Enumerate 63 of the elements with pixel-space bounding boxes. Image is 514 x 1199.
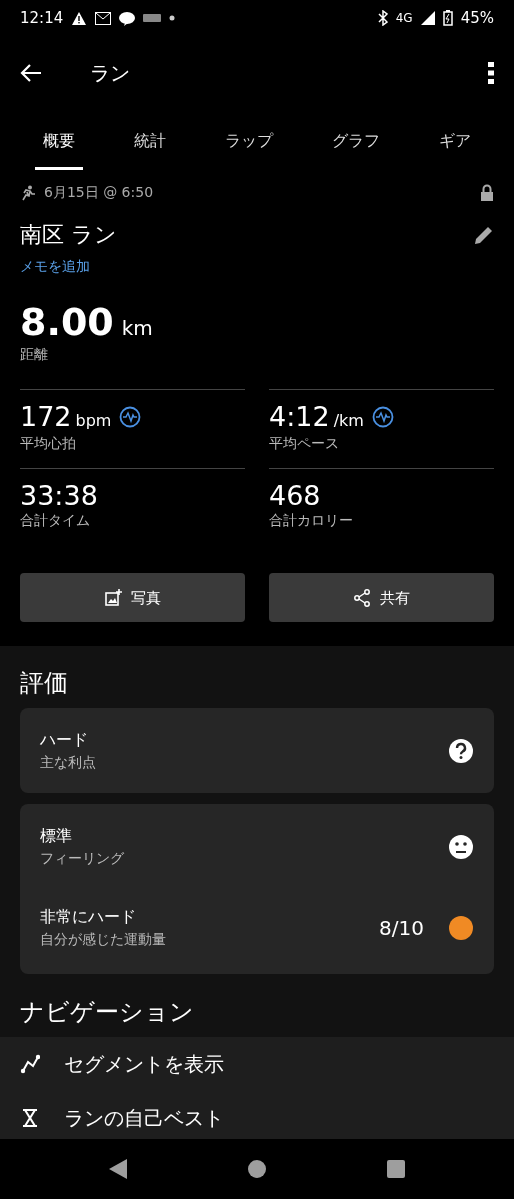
stat-value: 172 (20, 401, 72, 432)
navigation-label: ランの自己ベスト (64, 1105, 224, 1132)
rating-subtitle: 自分が感じた運動量 (40, 930, 166, 950)
runner-icon (20, 184, 36, 201)
section-heading: ナビゲーション (20, 998, 195, 1027)
distance-label: 距離 (20, 344, 49, 364)
network-label: 4G (395, 10, 413, 27)
activity-date: 6月15日 @ 6:50 (44, 183, 154, 202)
battery-icon (442, 10, 453, 26)
lock-icon (480, 184, 494, 201)
bluetooth-icon (377, 10, 388, 26)
signal-icon (420, 11, 435, 25)
rating-value: 8/10 (379, 914, 424, 942)
rating-subtitle: 主な利点 (40, 753, 96, 773)
mail-icon (95, 11, 112, 25)
recents-nav-icon[interactable] (387, 1160, 406, 1178)
tab[interactable]: ラップ (217, 115, 281, 170)
stat-label: 合計タイム (20, 511, 91, 531)
stat-value: 33:38 (20, 480, 98, 511)
dot-icon (169, 15, 176, 21)
tab[interactable]: グラフ (323, 115, 388, 170)
rating-title: 非常にハード (40, 906, 137, 929)
rating-title: ハード (40, 729, 89, 752)
edit-icon[interactable] (474, 225, 494, 246)
distance-unit: km (121, 314, 153, 342)
more-menu-icon[interactable] (488, 62, 494, 84)
add-photo-icon (104, 588, 123, 607)
navigation-row[interactable]: セグメントを表示 (0, 1037, 514, 1091)
section-heading: 評価 (20, 669, 69, 699)
share-button[interactable]: 共有 (269, 573, 494, 623)
add-photo-button[interactable]: 写真 (20, 573, 245, 623)
stat-label: 合計カロリー (269, 511, 354, 531)
distance-value: 8.00 (20, 301, 114, 344)
rating-subtitle: フィーリング (40, 849, 124, 869)
navigation-row[interactable]: ランの自己ベスト (0, 1091, 514, 1139)
heartbeat-circle-icon[interactable] (119, 406, 142, 429)
warning-icon (71, 10, 88, 26)
rating-title: 標準 (40, 825, 73, 848)
app-notification-icon (143, 13, 162, 23)
screen-title: ラン (90, 60, 130, 87)
help-icon (448, 737, 474, 764)
heartbeat-circle-icon[interactable] (371, 406, 394, 429)
stat-label: 平均ペース (269, 433, 340, 453)
tab[interactable]: 統計 (126, 115, 175, 170)
activity-title: 南区 ラン (20, 221, 117, 249)
hourglass-icon (20, 1108, 40, 1128)
navigation-label: セグメントを表示 (64, 1051, 224, 1078)
back-arrow-icon[interactable] (20, 63, 42, 83)
home-nav-icon[interactable] (248, 1160, 266, 1178)
battery-percent: 45% (460, 7, 494, 29)
clock: 12:14 (20, 7, 64, 29)
share-icon (353, 588, 372, 607)
stat-label: 平均心拍 (20, 433, 77, 453)
stat-value: 468 (269, 480, 321, 511)
tab[interactable]: ギア (430, 115, 479, 170)
stat-unit: bpm (75, 409, 112, 432)
chat-bubble-icon (119, 10, 136, 26)
stat-value: 4:12 (269, 401, 330, 432)
add-note-link[interactable]: メモを追加 (20, 255, 90, 277)
back-nav-icon[interactable] (108, 1159, 127, 1179)
route-line-icon (20, 1054, 40, 1074)
neutral-face-icon (448, 833, 474, 860)
stat-unit: /km (333, 409, 364, 432)
